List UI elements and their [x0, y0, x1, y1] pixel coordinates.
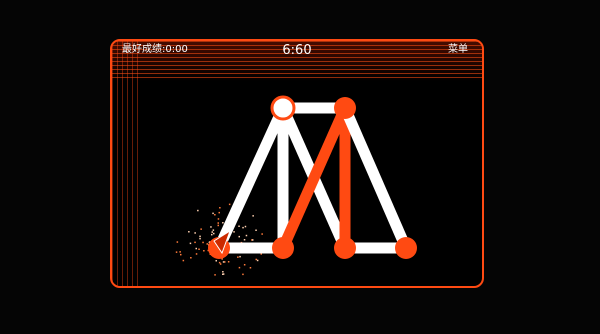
spark: [243, 264, 246, 266]
spark: [212, 229, 215, 231]
node-bottom-c[interactable]: [334, 237, 356, 259]
spark: [215, 260, 217, 262]
spark: [249, 267, 252, 269]
spark: [195, 247, 197, 250]
spark: [233, 231, 235, 233]
node-top-right[interactable]: [334, 97, 356, 119]
spark: [206, 243, 208, 245]
spark: [222, 271, 224, 273]
spark: [199, 235, 201, 238]
spark: [188, 231, 190, 233]
spark: [239, 255, 241, 258]
spark: [217, 218, 220, 220]
spark: [194, 232, 196, 234]
spark: [261, 233, 263, 235]
spark: [244, 225, 247, 228]
spark: [238, 225, 240, 227]
spark: [179, 251, 181, 253]
spark: [200, 228, 202, 230]
spark: [252, 215, 254, 217]
spark: [243, 239, 246, 241]
spark: [198, 248, 200, 250]
spark: [219, 263, 222, 265]
spark: [217, 222, 219, 224]
spark: [222, 261, 225, 263]
spark: [217, 224, 219, 227]
spark: [227, 261, 230, 263]
spark: [214, 214, 216, 216]
spark: [202, 241, 204, 244]
edge-top-right-bottom-d[interactable]: [339, 105, 412, 251]
spark: [211, 231, 213, 233]
spark: [252, 239, 254, 241]
spark: [255, 229, 257, 231]
spark: [242, 273, 244, 276]
spark: [212, 212, 214, 215]
spark: [203, 250, 205, 252]
spark: [237, 256, 239, 258]
node-bottom-d[interactable]: [395, 237, 417, 259]
spark: [180, 253, 182, 256]
spark: [190, 257, 192, 259]
spark: [211, 233, 213, 236]
spark: [195, 253, 198, 255]
spark: [199, 237, 201, 240]
spark: [256, 259, 259, 262]
spark: [214, 274, 216, 276]
edge-top-left-bottom-a[interactable]: [213, 105, 289, 251]
spark: [222, 222, 224, 224]
puzzle-board[interactable]: [112, 41, 484, 288]
spark: [175, 251, 178, 253]
spark: [255, 258, 257, 261]
spark: [218, 211, 220, 214]
game-board-frame: 最好成绩:0:00 6:60 菜单: [110, 39, 484, 288]
spark: [176, 241, 179, 243]
spark: [194, 241, 196, 244]
spark: [238, 235, 240, 238]
spark: [219, 207, 221, 209]
node-bottom-b[interactable]: [272, 237, 294, 259]
spark: [218, 261, 221, 264]
spark: [242, 226, 244, 229]
spark: [222, 273, 225, 275]
spark: [182, 259, 185, 262]
spark: [197, 209, 199, 212]
spark: [189, 242, 192, 245]
spark: [213, 232, 215, 235]
spark: [228, 203, 231, 206]
node-top-left[interactable]: [270, 95, 296, 121]
spark: [245, 234, 248, 237]
spark: [210, 226, 212, 228]
puzzle-edges: [213, 102, 412, 254]
spark: [238, 266, 241, 269]
